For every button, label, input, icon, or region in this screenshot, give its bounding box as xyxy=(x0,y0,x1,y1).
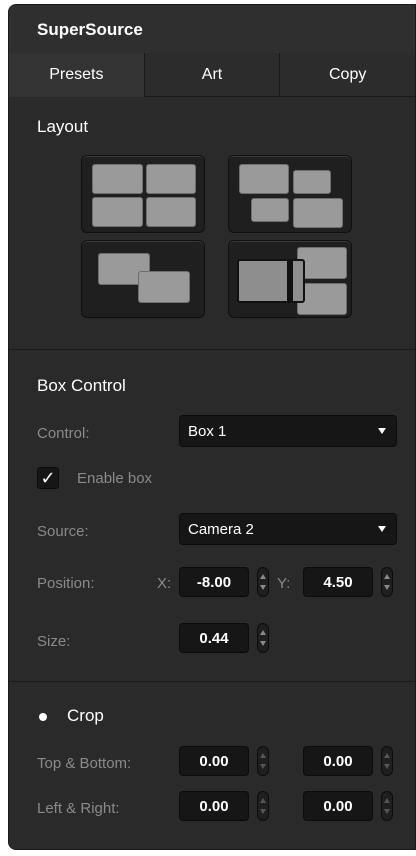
position-x-field[interactable]: -8.00 xyxy=(179,567,249,597)
crop-top-stepper[interactable] xyxy=(257,746,269,776)
tab-copy[interactable]: Copy xyxy=(280,53,415,97)
increment-arrow-icon xyxy=(384,753,390,758)
increment-arrow-icon xyxy=(384,798,390,803)
enable-box-label: Enable box xyxy=(77,470,153,487)
position-x-label: X: xyxy=(157,575,172,592)
decrement-arrow-icon xyxy=(260,764,266,769)
increment-arrow-icon xyxy=(260,798,266,803)
decrement-arrow-icon xyxy=(260,809,266,814)
decrement-arrow-icon xyxy=(384,764,390,769)
tab-art[interactable]: Art xyxy=(144,53,281,97)
position-x-stepper[interactable] xyxy=(257,567,269,597)
source-dropdown-value: Camera 2 xyxy=(188,521,254,538)
control-dropdown[interactable]: Box 1 xyxy=(179,415,397,447)
staggered-boxes-icon xyxy=(229,156,351,232)
dropdown-arrow-icon xyxy=(378,526,386,532)
crop-left-field[interactable]: 0.00 xyxy=(179,791,249,821)
left-right-label: Left & Right: xyxy=(37,800,120,817)
layout-preset-overlap-button[interactable] xyxy=(81,240,205,318)
increment-arrow-icon xyxy=(260,574,266,579)
tab-presets[interactable]: Presets xyxy=(9,53,145,97)
decrement-arrow-icon xyxy=(260,641,266,646)
crop-bottom-field[interactable]: 0.00 xyxy=(303,746,373,776)
decrement-arrow-icon xyxy=(384,809,390,814)
crop-top-field[interactable]: 0.00 xyxy=(179,746,249,776)
increment-arrow-icon xyxy=(384,574,390,579)
position-label: Position: xyxy=(37,575,95,592)
panel-title: SuperSource xyxy=(37,20,143,39)
crop-toggle-icon[interactable] xyxy=(39,713,47,721)
source-dropdown[interactable]: Camera 2 xyxy=(179,513,397,545)
checkmark-icon: ✓ xyxy=(40,468,56,488)
panel-title-bar: SuperSource xyxy=(9,5,415,54)
crop-bottom-stepper[interactable] xyxy=(381,746,393,776)
crop-right-stepper[interactable] xyxy=(381,791,393,821)
section-divider xyxy=(9,681,415,682)
control-label: Control: xyxy=(37,425,90,442)
layout-preset-staggered-button[interactable] xyxy=(228,155,352,233)
four-box-grid-icon xyxy=(82,156,204,232)
position-y-field[interactable]: 4.50 xyxy=(303,567,373,597)
size-label: Size: xyxy=(37,633,71,650)
top-bottom-label: Top & Bottom: xyxy=(37,755,132,772)
position-y-label: Y: xyxy=(277,575,291,592)
layout-section-title: Layout xyxy=(37,117,89,136)
two-overlapping-boxes-icon xyxy=(82,241,204,317)
size-stepper[interactable] xyxy=(257,623,269,653)
box-control-section-title: Box Control xyxy=(37,376,126,395)
supersource-panel: SuperSource Presets Art Copy Layout Box … xyxy=(8,4,416,850)
dropdown-arrow-icon xyxy=(378,428,386,434)
enable-box-checkbox[interactable]: ✓ xyxy=(37,467,59,489)
increment-arrow-icon xyxy=(260,753,266,758)
crop-left-stepper[interactable] xyxy=(257,791,269,821)
crop-section-title: Crop xyxy=(67,706,104,725)
layout-preset-grid-button[interactable] xyxy=(81,155,205,233)
increment-arrow-icon xyxy=(260,630,266,635)
tab-bar: Presets Art Copy xyxy=(9,53,415,97)
side-panel-boxes-icon xyxy=(229,241,351,317)
size-field[interactable]: 0.44 xyxy=(179,623,249,653)
layout-preset-side-panel-button[interactable] xyxy=(228,240,352,318)
crop-right-field[interactable]: 0.00 xyxy=(303,791,373,821)
decrement-arrow-icon xyxy=(384,585,390,590)
position-y-stepper[interactable] xyxy=(381,567,393,597)
decrement-arrow-icon xyxy=(260,585,266,590)
section-divider xyxy=(9,349,415,350)
control-dropdown-value: Box 1 xyxy=(188,423,227,440)
source-label: Source: xyxy=(37,523,89,540)
